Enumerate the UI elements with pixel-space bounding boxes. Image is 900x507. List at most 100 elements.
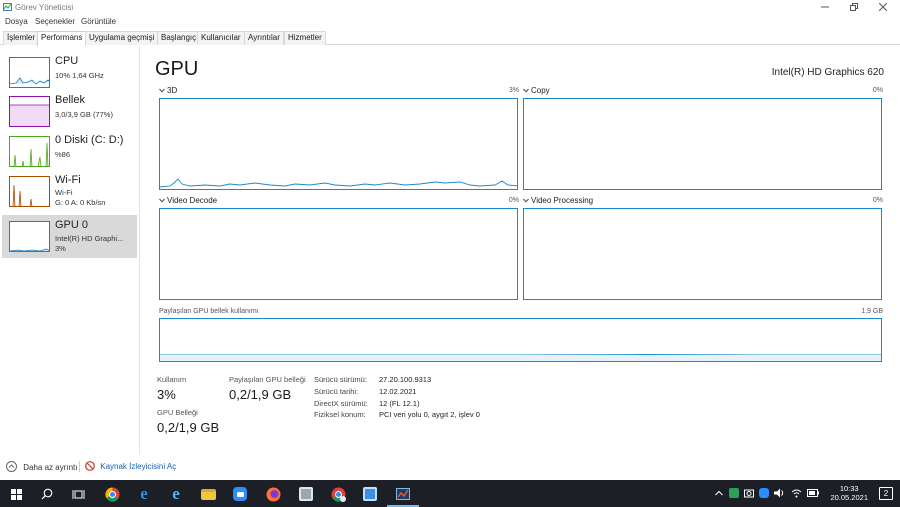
- usage-value: 3%: [157, 387, 176, 402]
- chevron-down-icon: [523, 86, 531, 95]
- battery-icon[interactable]: [807, 489, 819, 497]
- graph-video-processing-dropdown[interactable]: Video Processing: [523, 196, 593, 205]
- memory-thumbnail-graph: [9, 96, 50, 127]
- driver-date-value: 12.02.2021: [379, 387, 417, 396]
- usage-label: Kullanım: [157, 375, 187, 384]
- firefox-icon: [266, 487, 280, 501]
- taskbar-chrome-profile[interactable]: [328, 484, 348, 504]
- sidebar-item-usage: 3%: [55, 244, 66, 253]
- speaker-icon[interactable]: [774, 488, 785, 498]
- graph-video-decode-dropdown[interactable]: Video Decode: [159, 196, 217, 205]
- tab-users[interactable]: Kullanıcılar: [197, 31, 245, 45]
- tab-startup[interactable]: Başlangıç: [157, 31, 201, 45]
- notification-center-button[interactable]: 2: [879, 487, 893, 500]
- graph-3d-label: 3D: [167, 86, 178, 95]
- menu-file[interactable]: Dosya: [5, 17, 28, 26]
- system-tray: [713, 480, 823, 507]
- sidebar-item-label: CPU: [55, 55, 79, 67]
- sidebar-item-label: 0 Diski (C: D:): [55, 134, 124, 146]
- zoom-tray-icon[interactable]: [759, 488, 769, 498]
- wifi-thumbnail-graph: [9, 176, 50, 207]
- tab-performance[interactable]: Performans: [37, 31, 87, 46]
- sidebar-item-gpu[interactable]: GPU 0 Intel(R) HD Graphi... 3%: [2, 215, 137, 258]
- chevron-down-icon: [159, 196, 167, 205]
- taskbar-app-window[interactable]: [296, 484, 316, 504]
- restore-button[interactable]: [840, 0, 868, 14]
- zoom-icon: [233, 487, 247, 501]
- shared-memory-max: 1,9 GB: [861, 308, 883, 315]
- start-button[interactable]: [6, 484, 26, 504]
- physical-location-value: PCI veri yolu 0, aygıt 2, işlev 0: [379, 410, 480, 419]
- shared-memory-graph: [159, 318, 882, 362]
- taskbar-edge[interactable]: e: [134, 484, 154, 504]
- tab-processes[interactable]: İşlemler: [3, 31, 40, 45]
- chevron-down-icon: [523, 196, 531, 205]
- sidebar-item-detail: Wi-Fi: [55, 188, 73, 197]
- physical-location-key: Fiziksel konum:: [314, 410, 366, 419]
- minimize-icon: [821, 6, 829, 8]
- shared-memory-plot: [160, 354, 881, 361]
- sidebar-item-memory[interactable]: Bellek 3,0/3,9 GB (77%): [2, 90, 137, 133]
- cpu-thumbnail-graph: [9, 57, 50, 88]
- sidebar-item-cpu[interactable]: CPU 10% 1,64 GHz: [2, 51, 137, 94]
- chevron-up-icon[interactable]: [715, 490, 723, 496]
- taskbar-remote-desktop[interactable]: [360, 484, 380, 504]
- close-button[interactable]: [869, 0, 897, 14]
- tab-bar: İşlemler Performans Uygulama geçmişi Baş…: [0, 30, 900, 46]
- graph-video-processing-label: Video Processing: [531, 196, 594, 205]
- menu-options[interactable]: Seçenekler: [35, 17, 75, 26]
- taskbar-firefox[interactable]: [263, 484, 283, 504]
- gpu-memory-label: GPU Belleği: [157, 408, 198, 417]
- camera-icon[interactable]: [744, 488, 754, 498]
- sidebar-item-disk[interactable]: 0 Diski (C: D:) %86: [2, 130, 137, 173]
- graph-copy-percent: 0%: [872, 87, 883, 94]
- window-title: Görev Yöneticisi: [15, 3, 74, 12]
- tray-app-icon[interactable]: [729, 488, 739, 498]
- title-bar: Görev Yöneticisi: [0, 0, 900, 14]
- resource-monitor-label: Kaynak İzleyicisini Aç: [100, 462, 177, 471]
- minimize-button[interactable]: [811, 0, 839, 14]
- windows-icon: [10, 488, 22, 500]
- resource-monitor-icon: [85, 461, 95, 471]
- fewer-details-button[interactable]: Daha az ayrıntı: [6, 461, 77, 472]
- task-manager-icon: [3, 3, 12, 11]
- page-title: GPU: [155, 58, 199, 80]
- open-resource-monitor-link[interactable]: Kaynak İzleyicisini Aç: [85, 461, 176, 471]
- tab-details[interactable]: Ayrıntılar: [244, 31, 284, 45]
- window-app-icon: [299, 487, 313, 501]
- task-view-button[interactable]: [68, 484, 88, 504]
- fewer-details-label: Daha az ayrıntı: [23, 463, 78, 472]
- graph-video-decode-percent: 0%: [508, 197, 519, 204]
- chevron-down-icon: [159, 86, 167, 95]
- driver-version-key: Sürücü sürümü:: [314, 375, 367, 384]
- taskbar-internet-explorer[interactable]: e: [166, 484, 186, 504]
- close-icon: [879, 3, 887, 11]
- disk-thumbnail-graph: [9, 136, 50, 167]
- graph-video-decode: [159, 208, 518, 300]
- tab-services[interactable]: Hizmetler: [284, 31, 326, 45]
- directx-version-value: 12 (FL 12.1): [379, 399, 420, 408]
- sidebar-item-wifi[interactable]: Wi-Fi Wi-Fi G: 0 A: 0 Kb/sn: [2, 170, 137, 213]
- gpu-memory-value: 0,2/1,9 GB: [157, 420, 220, 435]
- folder-icon: [200, 488, 216, 500]
- taskbar-file-explorer[interactable]: [198, 484, 218, 504]
- chevron-up-circle-icon: [6, 461, 17, 472]
- taskbar-task-manager[interactable]: [393, 484, 413, 504]
- taskbar-zoom[interactable]: [230, 484, 250, 504]
- sidebar-item-detail: 3,0/3,9 GB (77%): [55, 110, 113, 119]
- menu-view[interactable]: Görüntüle: [81, 17, 116, 26]
- graph-3d-dropdown[interactable]: 3D: [159, 86, 177, 95]
- notification-count: 2: [883, 489, 889, 498]
- graph-3d-plot: [160, 178, 517, 188]
- taskbar-clock[interactable]: 10:33 20.05.2021: [830, 484, 868, 502]
- taskbar-chrome[interactable]: [102, 484, 122, 504]
- tab-app-history[interactable]: Uygulama geçmişi: [85, 31, 159, 45]
- gpu-thumbnail-graph: [9, 221, 50, 252]
- chrome-icon: [104, 486, 119, 502]
- wifi-icon[interactable]: [791, 488, 802, 498]
- clock-date: 20.05.2021: [830, 493, 868, 502]
- sidebar-item-throughput: G: 0 A: 0 Kb/sn: [55, 198, 106, 207]
- footer-bar: Daha az ayrıntı Kaynak İzleyicisini Aç: [0, 455, 900, 477]
- graph-copy-dropdown[interactable]: Copy: [523, 86, 550, 95]
- search-button[interactable]: [37, 484, 57, 504]
